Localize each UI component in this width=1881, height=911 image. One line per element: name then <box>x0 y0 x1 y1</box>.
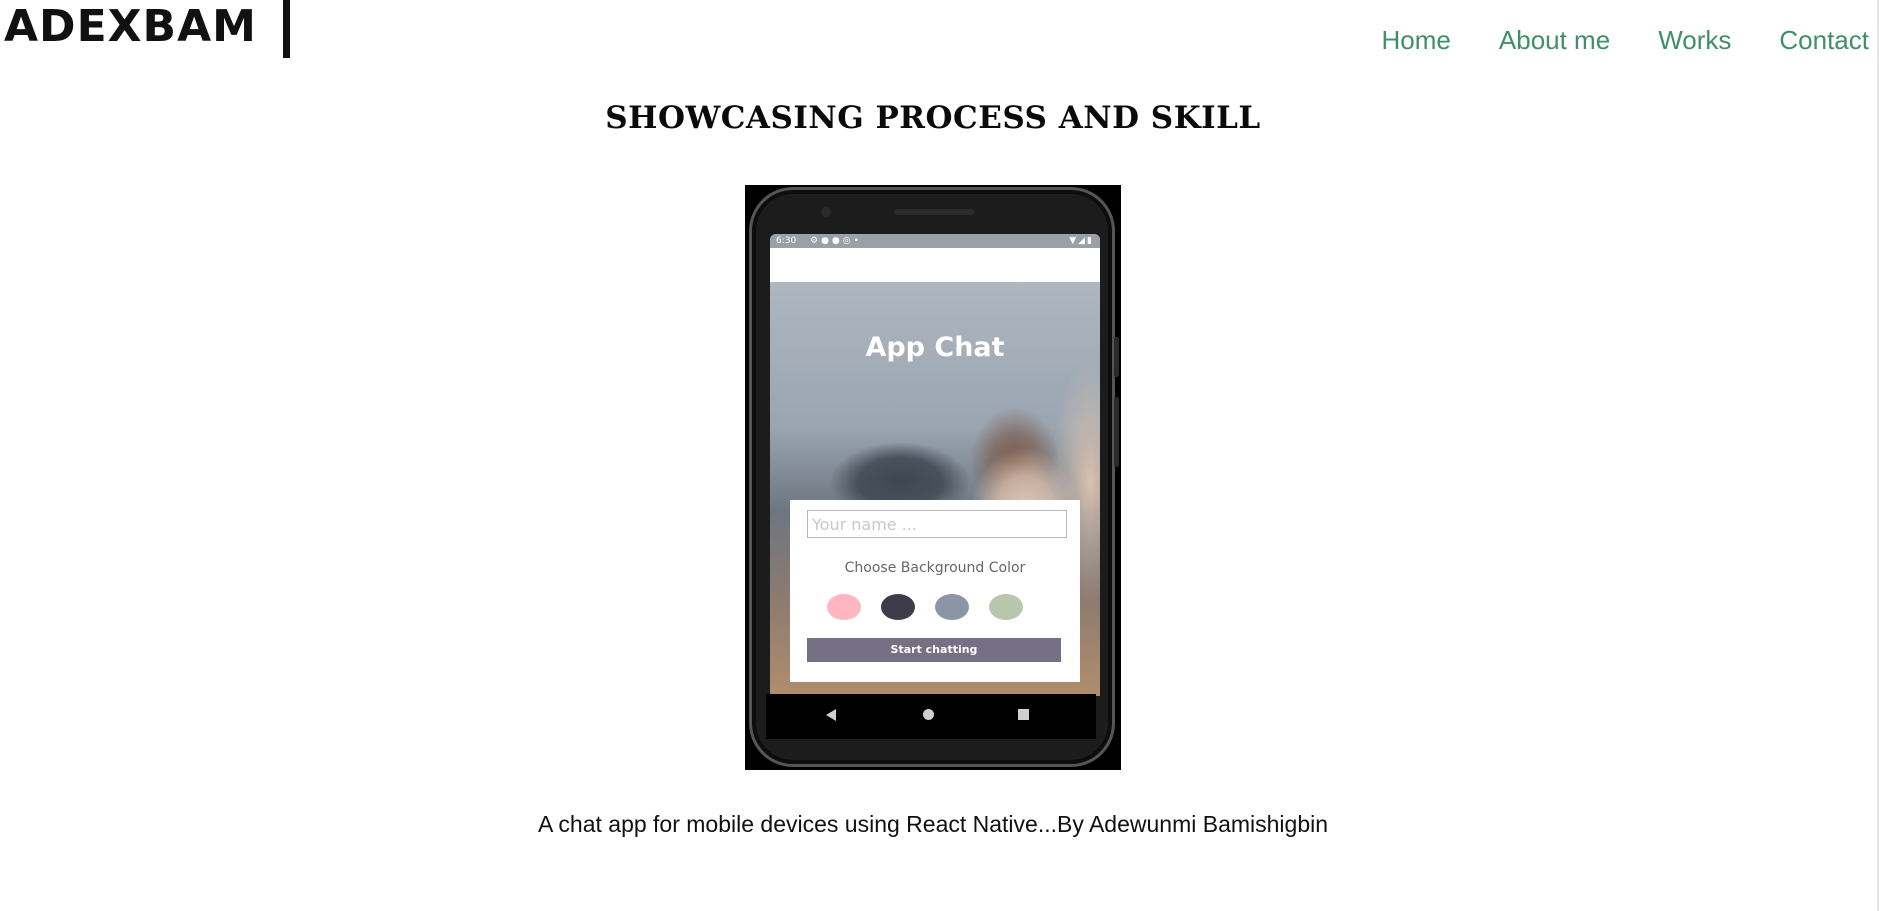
android-nav-bar <box>766 694 1096 739</box>
nav-home-link[interactable]: Home <box>1382 22 1451 58</box>
project-caption: A chat app for mobile devices using Reac… <box>537 811 1329 837</box>
start-chatting-button[interactable]: Start chatting <box>807 638 1061 662</box>
signal-battery-icons: ▼◢▮ <box>1069 236 1094 246</box>
swatch-sage[interactable] <box>989 594 1023 620</box>
notification-icons: ⚙●●◎• <box>810 236 862 246</box>
app-title: App Chat <box>865 332 1005 363</box>
name-input[interactable] <box>807 510 1067 538</box>
swatch-dark[interactable] <box>881 594 915 620</box>
nav-works-link[interactable]: Works <box>1658 22 1731 58</box>
background-color-label: Choose Background Color <box>844 560 1026 576</box>
brand-logo[interactable]: ADEXBAM <box>4 2 257 52</box>
swatch-grey-blue[interactable] <box>935 594 969 620</box>
power-button <box>1114 397 1119 467</box>
home-icon <box>923 709 934 720</box>
swatch-pink[interactable] <box>827 594 861 620</box>
project-screenshot[interactable]: 6:30 ⚙●●◎• ▼◢▮ App Chat Choose Backgroun… <box>745 185 1121 770</box>
start-form-card: Choose Background Color Start chatting <box>790 500 1080 682</box>
camera-icon <box>821 207 831 217</box>
volume-button <box>1114 337 1119 377</box>
status-time: 6:30 <box>776 236 797 246</box>
back-icon <box>826 709 836 721</box>
main-nav: Home About me Works Contact <box>1382 22 1869 58</box>
page-title: SHOWCASING PROCESS AND SKILL <box>605 100 1261 136</box>
nav-about-link[interactable]: About me <box>1499 22 1610 58</box>
phone-screen: 6:30 ⚙●●◎• ▼◢▮ App Chat Choose Backgroun… <box>770 234 1100 696</box>
brand-divider <box>283 0 290 58</box>
status-bar: 6:30 ⚙●●◎• ▼◢▮ <box>770 234 1100 248</box>
color-swatches <box>827 594 1023 620</box>
recents-icon <box>1018 709 1029 720</box>
scrollbar-edge <box>1877 0 1879 911</box>
app-bar <box>770 248 1100 282</box>
background-photo: App Chat Choose Background Color Start c… <box>770 282 1100 696</box>
speaker-grille <box>894 209 974 215</box>
nav-contact-link[interactable]: Contact <box>1779 22 1869 58</box>
portfolio-page: ADEXBAM Home About me Works Contact SHOW… <box>0 0 1881 911</box>
phone-body: 6:30 ⚙●●◎• ▼◢▮ App Chat Choose Backgroun… <box>749 187 1119 767</box>
